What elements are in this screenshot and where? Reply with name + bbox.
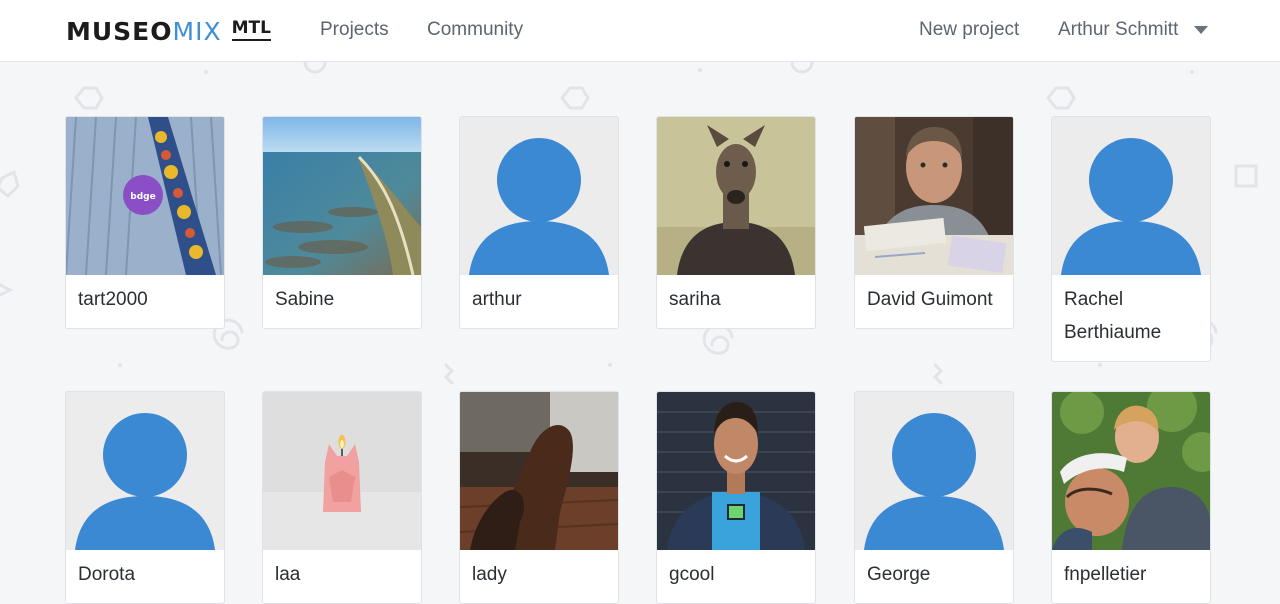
member-name: Rachel Berthiaume (1064, 289, 1162, 343)
coastline-aerial-photo (263, 117, 421, 275)
user-name: Arthur Schmitt (1058, 19, 1179, 40)
nav-community-link[interactable]: Community (427, 19, 523, 41)
member-name: lady (472, 564, 507, 585)
member-card[interactable]: David Guimont (854, 116, 1014, 329)
pink-cat-candle-photo (263, 392, 421, 550)
badge-tie-photo: bdge (66, 117, 224, 275)
member-card[interactable]: bdge tart2000 (65, 116, 225, 329)
default-avatar (66, 392, 224, 550)
member-card[interactable]: Dorota (65, 391, 225, 604)
member-name: fnpelletier (1064, 564, 1147, 585)
member-name: Dorota (78, 564, 136, 585)
member-card[interactable]: lady (459, 391, 619, 604)
member-card[interactable]: fnpelletier (1051, 391, 1211, 604)
member-card[interactable]: arthur (459, 116, 619, 329)
member-card[interactable]: sariha (656, 116, 816, 329)
default-avatar (1052, 117, 1210, 275)
member-name: Sabine (275, 289, 335, 310)
nav-projects-link[interactable]: Projects (320, 19, 389, 41)
member-name: arthur (472, 289, 522, 310)
member-name: sariha (669, 289, 721, 310)
deer-head-photo (657, 117, 815, 275)
member-name: tart2000 (78, 289, 148, 310)
brown-shoes-photo (460, 392, 618, 550)
user-menu-dropdown[interactable]: Arthur Schmitt (1058, 19, 1209, 41)
default-avatar (460, 117, 618, 275)
member-card[interactable]: Sabine (262, 116, 422, 329)
logo-accent-text: MIX (172, 17, 222, 46)
member-name: laa (275, 564, 301, 585)
member-name: gcool (669, 564, 715, 585)
top-navigation-bar: MUSEO MIX MTL Projects Community New proj… (0, 0, 1280, 62)
chevron-down-icon (1194, 26, 1209, 34)
smiling-man-brick-wall-photo (657, 392, 815, 550)
community-members-grid: bdge tart2000 Sabine arthur sariha David… (0, 0, 1280, 604)
member-card[interactable]: Rachel Berthiaume (1051, 116, 1211, 362)
member-card[interactable]: laa (262, 391, 422, 604)
member-name: George (867, 564, 931, 585)
man-at-desk-photo (855, 117, 1013, 275)
member-card[interactable]: George (854, 391, 1014, 604)
museomix-logo[interactable]: MUSEO MIX MTL (66, 17, 271, 47)
father-child-hug-photo (1052, 392, 1210, 550)
new-project-link[interactable]: New project (919, 19, 1019, 41)
logo-main-text: MUSEO (66, 17, 173, 46)
member-card[interactable]: gcool (656, 391, 816, 604)
default-avatar (855, 392, 1013, 550)
svg-text:bdge: bdge (130, 192, 155, 202)
member-name: David Guimont (867, 289, 993, 310)
logo-city-text: MTL (231, 19, 271, 41)
